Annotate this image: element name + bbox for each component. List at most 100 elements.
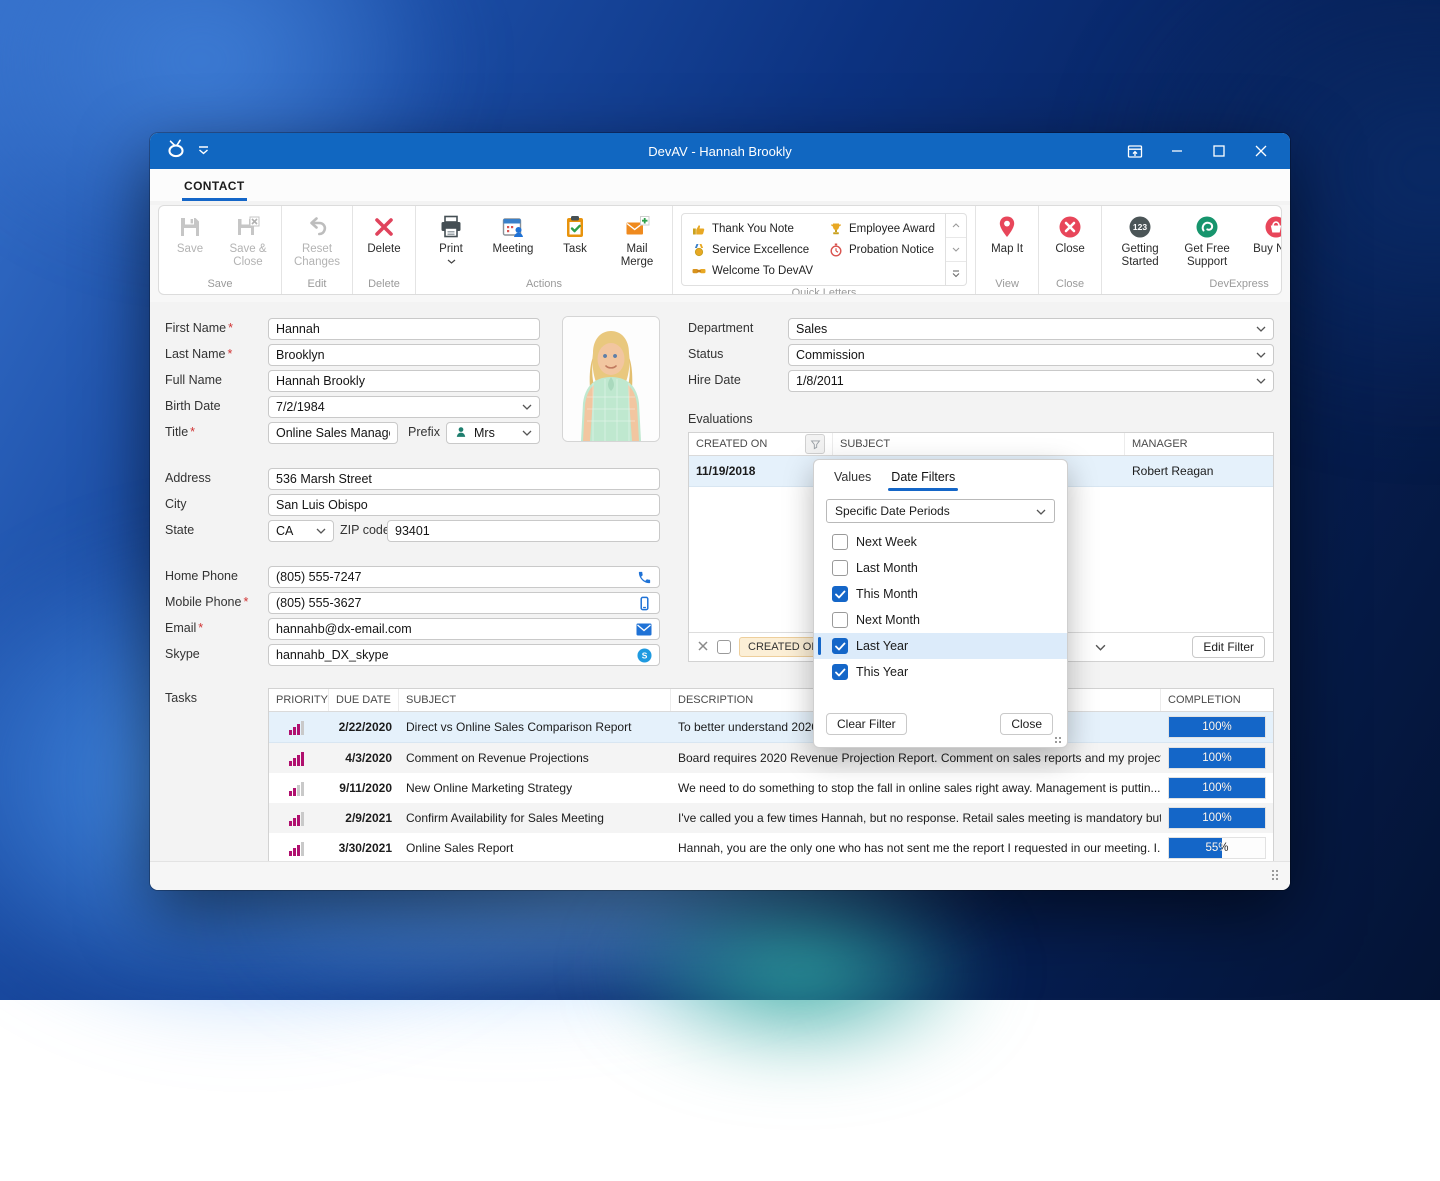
quick-letter-welcome-to-devav[interactable]: Welcome To DevAV (692, 261, 813, 280)
column-completion[interactable]: COMPLETION (1161, 689, 1273, 711)
close-window-button[interactable] (1240, 133, 1282, 169)
buy-now-button[interactable]: Buy Now (1244, 213, 1282, 277)
mail-merge-button[interactable]: Mail Merge (610, 213, 664, 277)
quick-letter-thank-you-note[interactable]: Thank You Note (692, 219, 813, 238)
task-button[interactable]: Task (548, 213, 602, 277)
priority-bars-icon (289, 840, 309, 856)
handshake-icon (692, 264, 706, 278)
ribbon-group-devexpress: 123 Getting Started Get Free Support Buy… (1102, 206, 1282, 294)
status-combo[interactable]: Commission (788, 344, 1274, 366)
quick-letter-service-excellence[interactable]: Service Excellence (692, 240, 813, 259)
task-row[interactable]: 4/3/2020 Comment on Revenue Projections … (269, 743, 1273, 773)
department-label: Department (688, 318, 753, 338)
task-row[interactable]: 9/11/2020 New Online Marketing Strategy … (269, 773, 1273, 803)
evaluations-label: Evaluations (688, 412, 753, 426)
close-record-button[interactable]: Close (1043, 213, 1097, 277)
chevron-down-icon[interactable] (1256, 352, 1266, 358)
column-priority[interactable]: PRIORITY (269, 689, 329, 711)
tab-date-filters[interactable]: Date Filters (891, 470, 955, 491)
delete-button[interactable]: Delete (357, 213, 411, 277)
calendar-meeting-icon (500, 214, 526, 240)
chevron-down-icon[interactable] (1256, 378, 1266, 384)
title-field[interactable]: Online Sales Manager (268, 422, 398, 444)
date-filter-popup: Values Date Filters Specific Date Period… (813, 459, 1068, 748)
gallery-scroll-up-icon[interactable] (946, 214, 966, 238)
home-phone-field[interactable]: (805) 555-7247 (268, 566, 660, 588)
option-last-month[interactable]: Last Month (814, 555, 1067, 581)
checkbox-icon[interactable] (832, 586, 848, 602)
column-due-date[interactable]: DUE DATE (329, 689, 399, 711)
state-combo[interactable]: CA (268, 520, 334, 542)
save-button[interactable]: Save (163, 213, 217, 277)
remove-filter-icon[interactable] (697, 640, 709, 655)
mobile-phone-field[interactable]: (805) 555-3627 (268, 592, 660, 614)
checkbox-icon[interactable] (832, 560, 848, 576)
save-close-button[interactable]: Save & Close (219, 213, 277, 277)
quick-access-dropdown-icon[interactable] (198, 142, 209, 160)
reset-changes-button[interactable]: Reset Changes (286, 213, 348, 277)
skype-label: Skype (165, 644, 200, 664)
option-next-week[interactable]: Next Week (814, 529, 1067, 555)
clear-filter-button[interactable]: Clear Filter (826, 713, 907, 735)
chevron-down-icon[interactable] (522, 404, 532, 410)
maximize-button[interactable] (1198, 133, 1240, 169)
column-created-on[interactable]: CREATED ON (689, 433, 833, 455)
filter-funnel-icon[interactable] (805, 434, 825, 454)
checkbox-icon[interactable] (832, 612, 848, 628)
period-dropdown[interactable]: Specific Date Periods (826, 499, 1055, 523)
option-last-year[interactable]: Last Year (814, 633, 1067, 659)
checkbox-icon[interactable] (832, 664, 848, 680)
birth-date-field[interactable]: 7/2/1984 (268, 396, 540, 418)
task-row[interactable]: 2/9/2021 Confirm Availability for Sales … (269, 803, 1273, 833)
ribbon-group-edit: Reset Changes Edit (282, 206, 353, 294)
contact-photo (562, 316, 660, 442)
gallery-expand-icon[interactable] (946, 262, 966, 285)
first-name-field[interactable]: Hannah (268, 318, 540, 340)
task-row[interactable]: 3/30/2021 Online Sales Report Hannah, yo… (269, 833, 1273, 863)
filter-enabled-checkbox[interactable] (717, 640, 731, 654)
full-name-field[interactable]: Hannah Brookly (268, 370, 540, 392)
get-free-support-button[interactable]: Get Free Support (1176, 213, 1238, 277)
skype-field[interactable]: hannahb_DX_skype S (268, 644, 660, 666)
print-button[interactable]: Print (424, 213, 478, 277)
chevron-down-icon[interactable] (1036, 504, 1046, 518)
column-manager[interactable]: MANAGER (1125, 433, 1273, 455)
gallery-scroll-down-icon[interactable] (946, 238, 966, 262)
chevron-down-icon[interactable] (522, 430, 532, 436)
column-subject[interactable]: SUBJECT (833, 433, 1125, 455)
checkbox-icon[interactable] (832, 534, 848, 550)
window-resize-grip[interactable] (1272, 870, 1280, 882)
option-next-month[interactable]: Next Month (814, 607, 1067, 633)
option-this-month[interactable]: This Month (814, 581, 1067, 607)
option-this-year[interactable]: This Year (814, 659, 1067, 685)
getting-started-button[interactable]: 123 Getting Started (1110, 213, 1170, 277)
column-subject[interactable]: SUBJECT (399, 689, 671, 711)
quick-letter-probation-notice[interactable]: Probation Notice (829, 240, 935, 259)
minimize-button[interactable] (1156, 133, 1198, 169)
prefix-combo[interactable]: Mrs (446, 422, 540, 444)
department-combo[interactable]: Sales (788, 318, 1274, 340)
priority-bars-icon (289, 780, 309, 796)
chevron-down-icon[interactable] (316, 528, 326, 534)
city-field[interactable]: San Luis Obispo (268, 494, 660, 516)
meeting-button[interactable]: Meeting (486, 213, 540, 277)
filter-chip-dropdown-icon[interactable] (1095, 640, 1106, 654)
last-name-field[interactable]: Brooklyn (268, 344, 540, 366)
tab-values[interactable]: Values (834, 470, 871, 491)
tab-contact[interactable]: CONTACT (184, 179, 245, 201)
task-row[interactable]: 2/22/2020 Direct vs Online Sales Compari… (269, 712, 1273, 743)
checkbox-icon[interactable] (832, 638, 848, 654)
quick-letter-employee-award[interactable]: Employee Award (829, 219, 935, 238)
map-it-button[interactable]: Map It (980, 213, 1034, 277)
chevron-down-icon[interactable] (1256, 326, 1266, 332)
popup-resize-grip[interactable] (1053, 735, 1061, 743)
zip-field[interactable]: 93401 (387, 520, 660, 542)
edit-filter-button[interactable]: Edit Filter (1192, 636, 1265, 658)
close-popup-button[interactable]: Close (1000, 713, 1053, 735)
mail-merge-icon (624, 214, 650, 240)
email-field[interactable]: hannahb@dx-email.com (268, 618, 660, 640)
ribbon-display-options-button[interactable] (1114, 133, 1156, 169)
phone-icon (637, 570, 652, 585)
hire-date-combo[interactable]: 1/8/2011 (788, 370, 1274, 392)
address-field[interactable]: 536 Marsh Street (268, 468, 660, 490)
